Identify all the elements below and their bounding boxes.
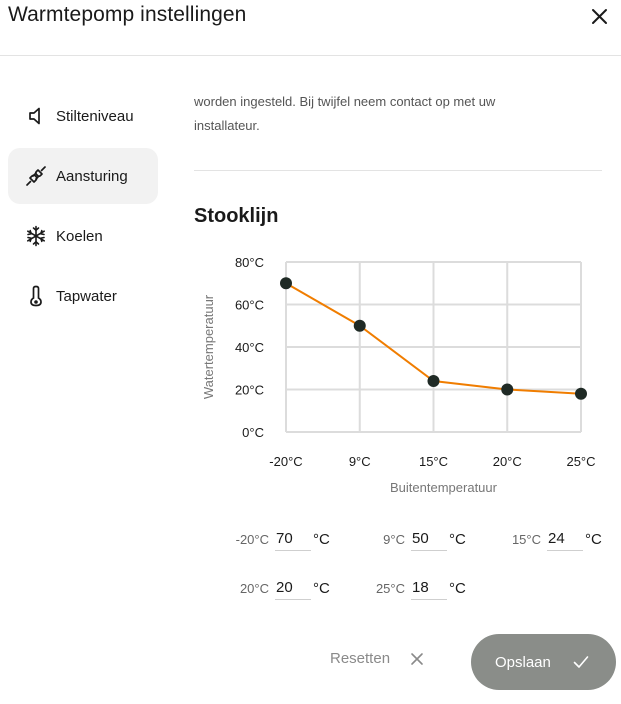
field-row: 9°C °C — [361, 528, 466, 551]
y-tick-label: 20°C — [235, 383, 264, 398]
x-axis-label: Buitentemperatuur — [390, 480, 498, 495]
sidebar-item-stilteniveau[interactable]: Stilteniveau — [8, 88, 158, 144]
y-axis-label: Watertemperatuur — [201, 294, 216, 399]
field-unit: °C — [313, 580, 330, 597]
thermometer-icon — [25, 285, 47, 307]
temperature-input[interactable] — [275, 577, 311, 600]
intro-text: worden ingesteld. Bij twijfel neem conta… — [194, 90, 594, 138]
dialog-title: Warmtepomp instellingen — [8, 3, 247, 26]
close-icon — [592, 9, 607, 24]
save-label: Opslaan — [495, 653, 551, 671]
temperature-input[interactable] — [411, 577, 447, 600]
divider — [194, 170, 602, 171]
sidebar-item-label: Stilteniveau — [56, 107, 134, 125]
speaker-icon — [25, 105, 47, 127]
field-label: 15°C — [511, 532, 541, 547]
x-tick-label: 15°C — [419, 454, 448, 469]
check-icon — [573, 656, 589, 668]
field-unit: °C — [585, 531, 602, 548]
x-tick-label: -20°C — [269, 454, 302, 469]
intro-line: worden ingesteld. Bij twijfel neem conta… — [194, 94, 496, 109]
temperature-input[interactable] — [275, 528, 311, 551]
data-point — [280, 277, 292, 290]
data-point — [575, 387, 587, 400]
field-label: 25°C — [375, 581, 405, 596]
field-row: 15°C °C — [497, 528, 602, 551]
reset-button[interactable]: Resetten — [330, 650, 424, 667]
field-unit: °C — [449, 580, 466, 597]
sidebar-item-label: Tapwater — [56, 287, 117, 305]
y-tick-label: 40°C — [235, 340, 264, 355]
field-label: 20°C — [239, 581, 269, 596]
field-label: 9°C — [383, 532, 405, 547]
x-tick-label: 25°C — [566, 454, 595, 469]
sidebar-item-label: Koelen — [56, 227, 103, 245]
section-title: Stooklijn — [194, 205, 279, 227]
field-row: 20°C °C — [225, 577, 330, 600]
data-point — [501, 383, 514, 396]
sidebar-item-tapwater[interactable]: Tapwater — [8, 268, 158, 324]
x-tick-label: 9°C — [349, 454, 371, 469]
field-row: 25°C °C — [361, 577, 466, 600]
x-tick-label: 20°C — [493, 454, 522, 469]
data-point — [353, 319, 366, 332]
y-tick-label: 0°C — [242, 425, 264, 440]
field-row: -20°C °C — [225, 528, 330, 551]
stooklijn-chart: 80°C 60°C 40°C 20°C 0°C -20°C 9°C 15°C 20°C 25°C B… — [201, 255, 596, 495]
field-unit: °C — [449, 531, 466, 548]
data-point — [427, 375, 440, 387]
temperature-input[interactable] — [411, 528, 447, 551]
dialog-header: Warmtepomp instellingen — [0, 0, 621, 56]
snowflake-icon — [25, 225, 47, 247]
close-icon — [411, 652, 423, 665]
save-button[interactable]: Opslaan — [471, 634, 616, 690]
field-label: -20°C — [235, 532, 269, 547]
sidebar-item-label: Aansturing — [56, 167, 128, 185]
close-button[interactable] — [586, 2, 614, 30]
sidebar-item-koelen[interactable]: Koelen — [8, 208, 158, 264]
y-tick-label: 60°C — [235, 298, 264, 313]
sidebar-item-aansturing[interactable]: Aansturing — [8, 148, 158, 204]
intro-line: installateur. — [194, 118, 260, 133]
plug-icon — [25, 165, 47, 187]
field-unit: °C — [313, 531, 330, 548]
y-tick-label: 80°C — [235, 255, 264, 270]
temperature-input[interactable] — [547, 528, 583, 551]
reset-label: Resetten — [330, 650, 391, 667]
